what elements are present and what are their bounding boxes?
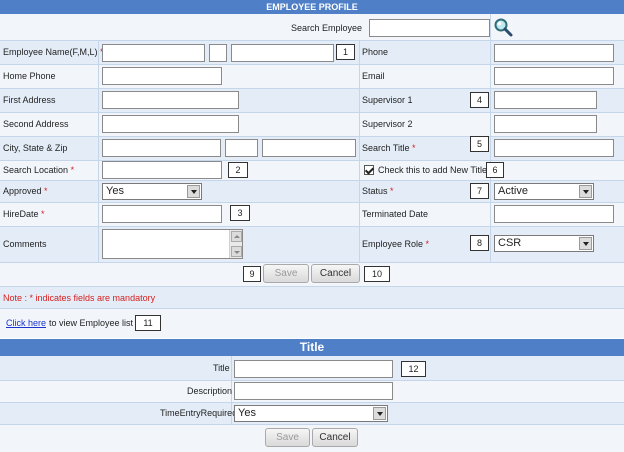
last-name-input[interactable] bbox=[231, 44, 334, 62]
city-state-zip-label: City, State & Zip bbox=[3, 143, 68, 153]
email-label: Email bbox=[362, 71, 385, 81]
hire-date-input[interactable] bbox=[102, 205, 222, 223]
middle-name-input[interactable] bbox=[209, 44, 227, 62]
callout-10: 10 bbox=[364, 266, 390, 282]
title-section-heading: Title bbox=[299, 340, 325, 354]
phone-label: Phone bbox=[362, 47, 389, 57]
second-address-label: Second Address bbox=[3, 119, 69, 129]
supervisor1-label: Supervisor 1 bbox=[362, 95, 413, 105]
approved-label: Approved * bbox=[3, 186, 48, 196]
status-select-value: Active bbox=[498, 185, 528, 197]
time-entry-select[interactable]: Yes bbox=[234, 405, 388, 422]
search-title-label: Search Title * bbox=[362, 143, 416, 153]
search-location-label: Search Location * bbox=[3, 165, 75, 175]
approved-select-value: Yes bbox=[106, 185, 124, 197]
callout-11: 11 bbox=[135, 315, 161, 331]
scroll-up-icon[interactable] bbox=[231, 231, 242, 242]
callout-5: 5 bbox=[470, 136, 489, 152]
title-cancel-button[interactable]: Cancel bbox=[312, 428, 358, 447]
comments-textarea[interactable] bbox=[102, 229, 243, 259]
time-entry-select-value: Yes bbox=[238, 407, 256, 419]
employee-role-select-value: CSR bbox=[498, 237, 522, 249]
callout-7: 7 bbox=[470, 183, 489, 199]
first-name-input[interactable] bbox=[102, 44, 205, 62]
state-input[interactable] bbox=[225, 139, 258, 157]
status-select[interactable]: Active bbox=[494, 183, 594, 200]
status-label: Status * bbox=[362, 186, 394, 196]
callout-12: 12 bbox=[401, 361, 426, 377]
second-address-input[interactable] bbox=[102, 115, 239, 133]
hire-date-label: HireDate * bbox=[3, 209, 45, 219]
description-input[interactable] bbox=[234, 382, 393, 400]
employee-profile-header: EMPLOYEE PROFILE bbox=[0, 0, 624, 14]
time-entry-label: TimeEntryRequired bbox=[160, 408, 238, 418]
email-input[interactable] bbox=[494, 67, 614, 85]
first-address-input[interactable] bbox=[102, 91, 239, 109]
title-label: Title bbox=[213, 363, 230, 373]
comments-scrollbar[interactable] bbox=[229, 230, 242, 258]
chevron-down-icon[interactable] bbox=[579, 237, 592, 250]
home-phone-input[interactable] bbox=[102, 67, 222, 85]
callout-1: 1 bbox=[336, 44, 355, 60]
title-save-button[interactable]: Save bbox=[265, 428, 310, 447]
employee-list-link-suffix: to view Employee list bbox=[49, 318, 134, 328]
new-title-check-label: Check this to add New Title bbox=[378, 165, 488, 175]
save-button[interactable]: Save bbox=[263, 264, 309, 283]
terminated-date-input[interactable] bbox=[494, 205, 614, 223]
scroll-down-icon[interactable] bbox=[231, 246, 242, 257]
new-title-checkbox[interactable] bbox=[364, 165, 374, 175]
chevron-down-icon[interactable] bbox=[579, 185, 592, 198]
supervisor1-input[interactable] bbox=[494, 91, 597, 109]
supervisor2-label: Supervisor 2 bbox=[362, 119, 413, 129]
home-phone-label: Home Phone bbox=[3, 71, 56, 81]
title-input[interactable] bbox=[234, 360, 393, 378]
chevron-down-icon[interactable] bbox=[373, 407, 386, 420]
cancel-button[interactable]: Cancel bbox=[311, 264, 360, 283]
form-row-6 bbox=[0, 160, 624, 180]
approved-select[interactable]: Yes bbox=[102, 183, 202, 200]
search-employee-input[interactable] bbox=[369, 19, 490, 37]
callout-9: 9 bbox=[243, 266, 261, 282]
callout-8: 8 bbox=[470, 235, 489, 251]
search-employee-label: Search Employee bbox=[291, 23, 363, 33]
callout-3: 3 bbox=[230, 205, 250, 221]
employee-role-select[interactable]: CSR bbox=[494, 235, 594, 252]
employee-name-label: Employee Name(F,M,L) * bbox=[3, 47, 104, 57]
terminated-date-label: Terminated Date bbox=[362, 209, 429, 219]
callout-2: 2 bbox=[228, 162, 248, 178]
employee-role-label: Employee Role * bbox=[362, 239, 430, 249]
callout-6: 6 bbox=[486, 162, 504, 178]
employee-profile-title: EMPLOYEE PROFILE bbox=[266, 2, 358, 12]
search-location-input[interactable] bbox=[102, 161, 222, 179]
comments-label: Comments bbox=[3, 239, 47, 249]
zip-input[interactable] bbox=[262, 139, 356, 157]
search-title-input[interactable] bbox=[494, 139, 614, 157]
phone-input[interactable] bbox=[494, 44, 614, 62]
city-input[interactable] bbox=[102, 139, 221, 157]
first-address-label: First Address bbox=[3, 95, 56, 105]
chevron-down-icon[interactable] bbox=[187, 185, 200, 198]
title-section-header: Title bbox=[0, 339, 624, 356]
magnifier-icon[interactable] bbox=[493, 17, 513, 37]
callout-4: 4 bbox=[470, 92, 489, 108]
employee-list-link[interactable]: Click here bbox=[6, 318, 46, 329]
description-label: Description bbox=[187, 386, 233, 396]
mandatory-note: Note : * indicates fields are mandatory bbox=[3, 293, 156, 303]
supervisor2-input[interactable] bbox=[494, 115, 597, 133]
